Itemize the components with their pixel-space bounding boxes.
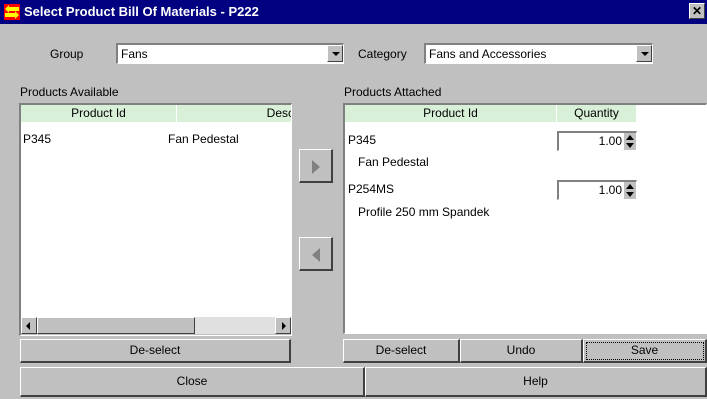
stepper-up-icon[interactable] bbox=[626, 135, 634, 140]
group-label: Group bbox=[50, 47, 84, 61]
attached-row-id[interactable]: P254MS bbox=[348, 182, 394, 196]
undo-label: Undo bbox=[506, 343, 536, 357]
double-arrow-icon bbox=[4, 4, 20, 20]
stepper-down-icon[interactable] bbox=[626, 192, 634, 197]
quantity-stepper[interactable]: 1.00 bbox=[557, 131, 637, 151]
available-col-desc[interactable]: Desc bbox=[177, 105, 291, 122]
attached-col-qty[interactable]: Quantity bbox=[557, 105, 637, 122]
attached-row-desc: Profile 250 mm Spandek bbox=[358, 205, 490, 219]
scroll-track[interactable] bbox=[195, 317, 275, 334]
stepper-buttons[interactable] bbox=[624, 182, 636, 199]
scroll-left-button[interactable] bbox=[21, 317, 37, 334]
attached-label: Products Attached bbox=[344, 85, 442, 99]
help-button[interactable]: Help bbox=[365, 367, 707, 397]
group-dropdown-button[interactable] bbox=[327, 45, 343, 62]
quantity-value[interactable]: 1.00 bbox=[599, 183, 622, 197]
scroll-right-button[interactable] bbox=[275, 317, 291, 334]
group-value: Fans bbox=[121, 47, 148, 61]
left-arrow-icon bbox=[312, 248, 320, 262]
save-label: Save bbox=[630, 343, 659, 357]
left-arrow-icon bbox=[26, 322, 30, 330]
save-button[interactable]: Save bbox=[583, 339, 707, 363]
available-grid[interactable]: Product Id Desc P345 Fan Pedestal bbox=[19, 103, 292, 336]
quantity-stepper[interactable]: 1.00 bbox=[557, 180, 637, 200]
detach-button[interactable] bbox=[299, 237, 333, 271]
category-select[interactable]: Fans and Accessories bbox=[424, 43, 653, 64]
stepper-up-icon[interactable] bbox=[626, 184, 634, 189]
available-row-desc[interactable]: Fan Pedestal bbox=[168, 132, 239, 146]
help-label: Help bbox=[523, 374, 548, 388]
available-row-id[interactable]: P345 bbox=[23, 132, 51, 146]
close-label: Close bbox=[176, 374, 208, 388]
title-bar: Select Product Bill Of Materials - P222 … bbox=[0, 0, 707, 24]
category-dropdown-button[interactable] bbox=[636, 45, 652, 62]
attached-grid[interactable]: Product Id Quantity P345 Fan Pedestal 1.… bbox=[343, 103, 707, 334]
category-value: Fans and Accessories bbox=[429, 47, 547, 61]
stepper-down-icon[interactable] bbox=[626, 143, 634, 148]
right-arrow-icon bbox=[312, 160, 320, 174]
right-arrow-icon bbox=[282, 322, 286, 330]
available-deselect-label: De-select bbox=[129, 343, 181, 357]
available-hscrollbar[interactable] bbox=[21, 317, 291, 335]
quantity-value[interactable]: 1.00 bbox=[599, 134, 622, 148]
attached-row-desc: Fan Pedestal bbox=[358, 155, 429, 169]
available-label: Products Available bbox=[20, 85, 119, 99]
attach-button[interactable] bbox=[299, 149, 333, 183]
scroll-thumb[interactable] bbox=[37, 317, 195, 334]
attached-col-id[interactable]: Product Id bbox=[345, 105, 557, 122]
stepper-buttons[interactable] bbox=[624, 133, 636, 150]
window-title: Select Product Bill Of Materials - P222 bbox=[24, 4, 259, 19]
available-deselect-button[interactable]: De-select bbox=[20, 339, 291, 363]
attached-deselect-label: De-select bbox=[375, 343, 427, 357]
attached-row-id[interactable]: P345 bbox=[348, 133, 376, 147]
chevron-down-icon bbox=[641, 52, 649, 56]
chevron-down-icon bbox=[332, 52, 340, 56]
group-select[interactable]: Fans bbox=[116, 43, 344, 64]
close-icon[interactable]: ✕ bbox=[689, 3, 705, 19]
category-label: Category bbox=[358, 47, 407, 61]
available-col-id[interactable]: Product Id bbox=[21, 105, 177, 122]
bom-dialog: Select Product Bill Of Materials - P222 … bbox=[0, 0, 707, 399]
attached-deselect-button[interactable]: De-select bbox=[343, 339, 460, 363]
undo-button[interactable]: Undo bbox=[460, 339, 583, 363]
close-button[interactable]: Close bbox=[20, 367, 365, 397]
